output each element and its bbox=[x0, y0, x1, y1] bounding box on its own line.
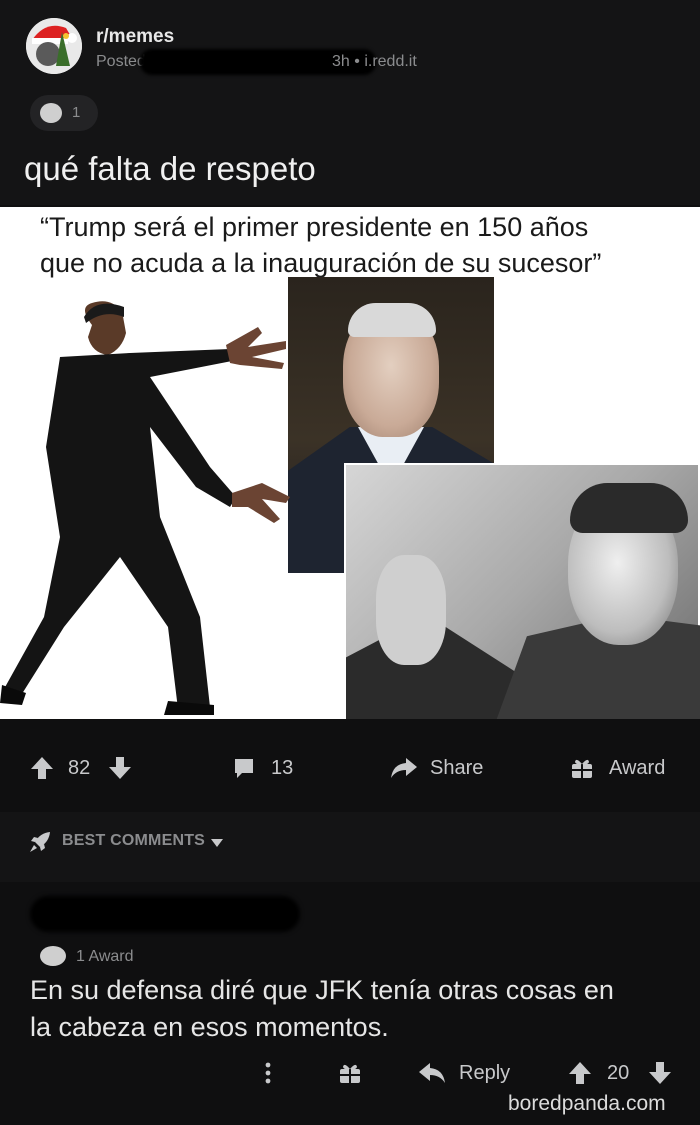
comment-award-label: 1 Award bbox=[76, 948, 134, 965]
downvote-icon[interactable] bbox=[648, 1060, 672, 1086]
rocket-icon bbox=[30, 832, 50, 852]
award-button[interactable]: Award bbox=[570, 755, 680, 781]
post-domain[interactable]: i.redd.it bbox=[364, 53, 416, 70]
watermark: boredpanda.com bbox=[508, 1092, 666, 1115]
post-award-count: 1 bbox=[72, 104, 81, 121]
post-age: 3h bbox=[332, 53, 350, 70]
post-image[interactable]: “Trump será el primer presidente en 150 … bbox=[0, 207, 700, 719]
award-icon bbox=[40, 946, 66, 966]
more-icon bbox=[265, 1062, 271, 1084]
jfk-photo bbox=[344, 463, 700, 719]
comment-sort-bar[interactable]: BEST COMMENTS bbox=[0, 812, 700, 882]
will-smith-pointing-figure bbox=[0, 301, 290, 715]
upvote-icon[interactable] bbox=[568, 1060, 592, 1086]
comment-body: En su defensa diré que JFK tenía otras c… bbox=[30, 972, 680, 1046]
comment: 1 Award En su defensa diré que JFK tenía… bbox=[0, 884, 700, 1125]
comment-award-button[interactable] bbox=[338, 1060, 364, 1086]
award-icon bbox=[40, 103, 62, 123]
upvote-icon[interactable] bbox=[30, 755, 54, 781]
more-options-button[interactable] bbox=[258, 1060, 278, 1086]
chevron-down-icon bbox=[211, 839, 223, 847]
downvote-icon[interactable] bbox=[108, 755, 132, 781]
post-age-domain: 3h • i.redd.it bbox=[332, 53, 417, 71]
comment-score: 20 bbox=[607, 1062, 630, 1084]
post-header: r/memes Posted b 3h • i.redd.it 1 qué fa… bbox=[0, 0, 700, 205]
share-button[interactable]: Share bbox=[390, 755, 500, 781]
share-icon bbox=[391, 758, 417, 778]
award-icon bbox=[572, 759, 592, 778]
comment-body-line-1: En su defensa diré que JFK tenía otras c… bbox=[30, 975, 614, 1005]
comment-count: 13 bbox=[271, 757, 294, 779]
comment-icon bbox=[235, 759, 253, 778]
reply-button[interactable]: Reply bbox=[418, 1060, 528, 1086]
award-label: Award bbox=[609, 757, 666, 779]
subreddit-avatar[interactable] bbox=[26, 18, 82, 74]
upvote-count: 82 bbox=[68, 757, 91, 779]
redacted-comment-author bbox=[30, 896, 300, 932]
gift-icon bbox=[340, 1064, 360, 1083]
comments-button[interactable]: 13 bbox=[232, 755, 322, 781]
comment-body-line-2: la cabeza en esos momentos. bbox=[30, 1012, 389, 1042]
meta-separator: • bbox=[354, 53, 360, 70]
post-title[interactable]: qué falta de respeto bbox=[24, 150, 316, 188]
comment-vote-group: 20 bbox=[568, 1060, 678, 1086]
reply-label: Reply bbox=[459, 1062, 511, 1084]
comment-sort-label: BEST COMMENTS bbox=[62, 832, 206, 849]
reply-icon bbox=[419, 1063, 445, 1083]
post-award-pill[interactable]: 1 bbox=[30, 95, 98, 131]
meme-caption-line-1: “Trump será el primer presidente en 150 … bbox=[40, 212, 589, 242]
meme-caption-line-2: que no acuda a la inauguración de su suc… bbox=[40, 248, 602, 278]
vote-group: 82 bbox=[30, 755, 140, 781]
subreddit-name[interactable]: r/memes bbox=[96, 26, 174, 48]
share-label: Share bbox=[430, 757, 484, 779]
meme-caption: “Trump será el primer presidente en 150 … bbox=[40, 209, 680, 281]
post-action-bar: 82 13 Share Award bbox=[0, 730, 700, 806]
